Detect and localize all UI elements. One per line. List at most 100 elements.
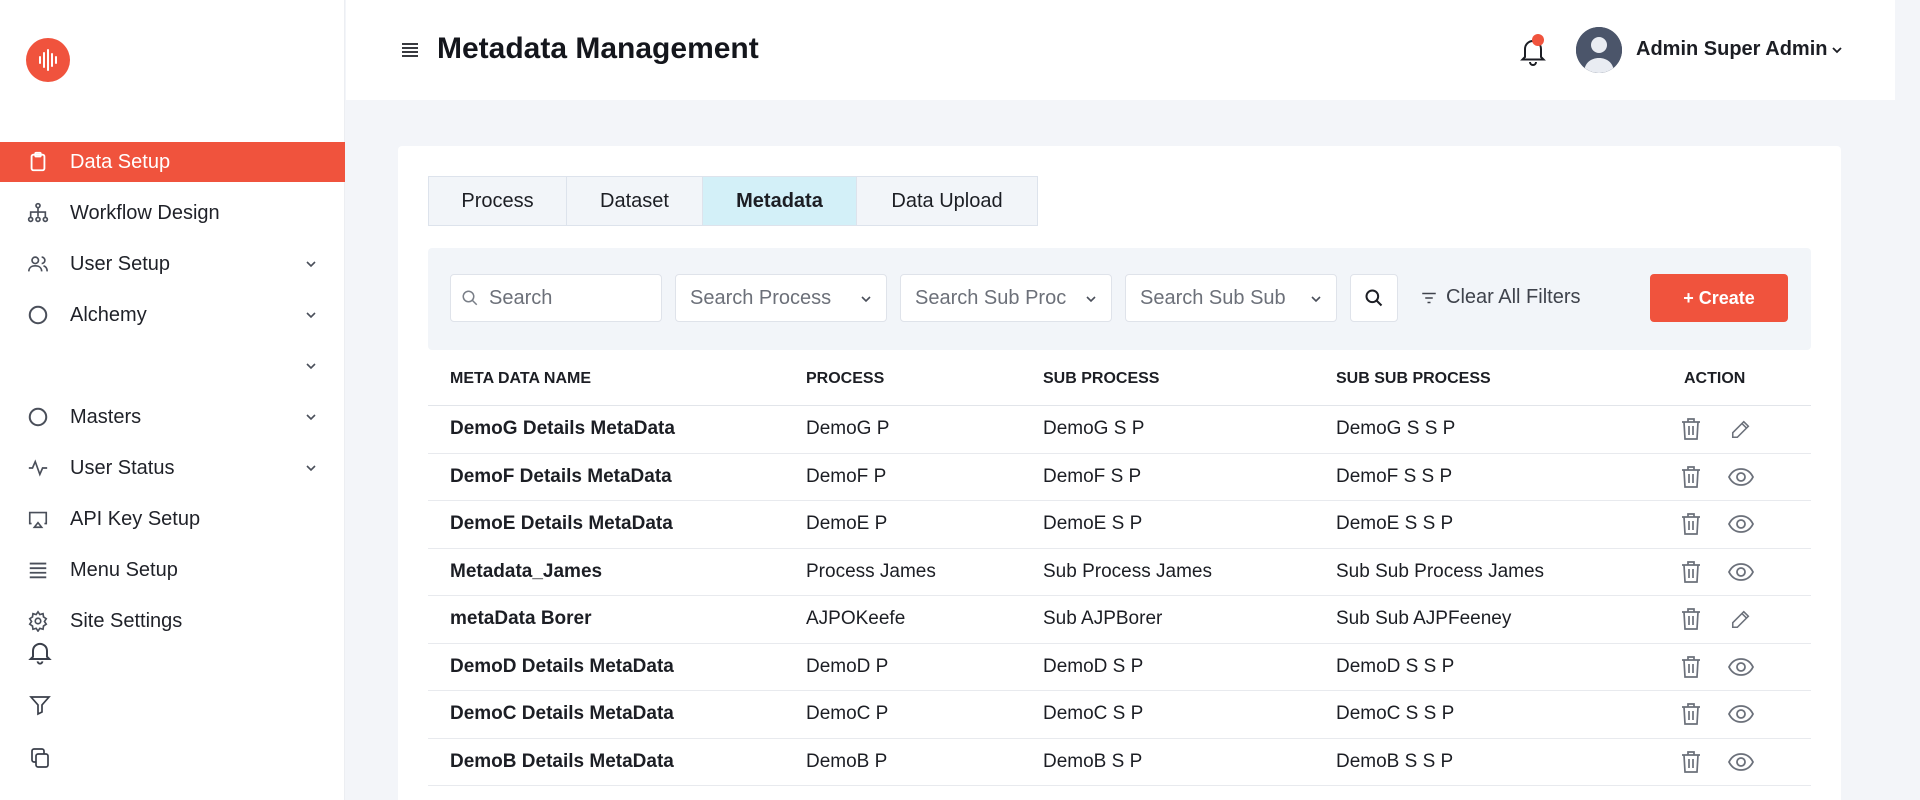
search-button[interactable] [1350, 274, 1398, 322]
meta-data-name-cell: DemoE Details MetaData [450, 513, 673, 535]
filter-lines-icon [1422, 292, 1436, 303]
trash-icon[interactable] [1678, 511, 1704, 537]
trash-icon[interactable] [1678, 606, 1704, 632]
clear-filters-label: Clear All Filters [1446, 286, 1581, 308]
process-cell: DemoD P [806, 655, 889, 677]
gear-icon [26, 609, 50, 633]
eye-icon[interactable] [1726, 464, 1756, 490]
sub-sub-process-cell: DemoD S S P [1336, 655, 1455, 677]
row-actions [1678, 606, 1756, 632]
chevron-down-icon [1086, 296, 1096, 303]
sidebar-item-data-setup[interactable]: Data Setup [0, 142, 345, 182]
pencil-icon[interactable] [1726, 606, 1756, 632]
list-icon [26, 558, 50, 582]
eye-icon[interactable] [1726, 749, 1756, 775]
circle-icon [26, 405, 50, 429]
trash-icon[interactable] [1678, 464, 1704, 490]
pencil-icon[interactable] [1726, 416, 1756, 442]
tab-bar: Process Dataset Metadata Data Upload [428, 176, 1038, 226]
meta-data-name-cell: metaData Borer [450, 608, 592, 630]
trash-icon[interactable] [1678, 416, 1704, 442]
table-row[interactable]: DemoG Details MetaData DemoG P DemoG S P De… [428, 406, 1811, 454]
create-button[interactable]: + Create [1650, 274, 1788, 322]
sidebar-item-label: Alchemy [70, 303, 147, 326]
sidebar-item-user-status[interactable]: User Status [0, 448, 345, 488]
trash-icon[interactable] [1678, 701, 1704, 727]
sub-sub-process-cell: DemoE S S P [1336, 513, 1454, 535]
sidebar-item-site-settings[interactable]: Site Settings [0, 601, 345, 641]
hierarchy-icon [26, 201, 50, 225]
row-actions [1678, 416, 1756, 442]
sidebar-item-label: User Setup [70, 252, 171, 275]
sub-process-cell: DemoD S P [1043, 655, 1144, 677]
process-select[interactable]: Search Process [675, 274, 887, 322]
sidebar-item-label: Workflow Design [70, 201, 220, 224]
sidebar-item-masters[interactable]: Masters [0, 397, 345, 437]
sub-process-select[interactable]: Search Sub Proc [900, 274, 1112, 322]
tab-process[interactable]: Process [429, 177, 567, 225]
tab-metadata[interactable]: Metadata [703, 177, 857, 225]
sub-process-cell: DemoE S P [1043, 513, 1143, 535]
meta-data-name-cell: DemoC Details MetaData [450, 703, 674, 725]
eye-icon[interactable] [1726, 511, 1756, 537]
table-row[interactable]: DemoB Details MetaData DemoB P DemoB S P De… [428, 739, 1811, 786]
sidebar-item-api-key-setup[interactable]: API Key Setup [0, 499, 345, 539]
table-row[interactable]: Metadata_James Process James Sub Process J… [428, 549, 1811, 596]
sidebar-item-alchemy[interactable]: Alchemy [0, 295, 345, 335]
eye-icon[interactable] [1726, 559, 1756, 585]
process-cell: DemoF P [806, 465, 887, 487]
hamburger-icon[interactable] [400, 40, 420, 60]
meta-data-name-cell: Metadata_James [450, 560, 603, 582]
trash-icon[interactable] [1678, 749, 1704, 775]
sidebar-item-menu-setup[interactable]: Menu Setup [0, 550, 345, 590]
sub-process-cell: Sub AJPBorer [1043, 608, 1163, 630]
meta-data-name-cell: DemoG Details MetaData [450, 418, 675, 440]
table-body: DemoG Details MetaData DemoG P DemoG S P De… [428, 406, 1811, 786]
search-icon [462, 290, 478, 306]
sidebar-item-unlabeled[interactable] [0, 346, 345, 386]
sub-process-cell: Sub Process James [1043, 560, 1212, 582]
row-actions [1678, 654, 1756, 680]
eye-icon[interactable] [1726, 701, 1756, 727]
circle-icon [26, 303, 50, 327]
table-row[interactable]: DemoF Details MetaData DemoF P DemoF S P De… [428, 454, 1811, 501]
avatar[interactable] [1576, 27, 1622, 73]
row-actions [1678, 511, 1756, 537]
eye-icon[interactable] [1726, 654, 1756, 680]
sub-process-cell: DemoC S P [1043, 703, 1144, 725]
process-cell: DemoB P [806, 750, 888, 772]
process-select-placeholder: Search Process [690, 286, 832, 309]
search-input[interactable] [489, 286, 649, 310]
table-row[interactable]: metaData Borer AJPOKeefe Sub AJPBorer Sub S… [428, 596, 1811, 644]
filter-bar: Search Process Search Sub Proc Search Su… [428, 248, 1811, 350]
chevron-down-icon [306, 363, 316, 370]
metadata-table: META DATA NAME PROCESS SUB PROCESS SUB S… [428, 352, 1811, 786]
process-cell: AJPOKeefe [806, 608, 906, 630]
chevron-down-icon[interactable] [1829, 42, 1845, 58]
sub-sub-process-cell: Sub Sub Process James [1336, 560, 1545, 582]
sub-sub-process-cell: DemoB S S P [1336, 750, 1454, 772]
tab-data-upload[interactable]: Data Upload [857, 177, 1037, 225]
sub-sub-process-select[interactable]: Search Sub Sub [1125, 274, 1337, 322]
search-field[interactable] [450, 274, 662, 322]
user-name[interactable]: Admin Super Admin [1636, 38, 1827, 61]
filter-icon[interactable] [26, 691, 54, 719]
sidebar-item-user-setup[interactable]: User Setup [0, 244, 345, 284]
tab-dataset[interactable]: Dataset [567, 177, 703, 225]
bell-icon[interactable] [26, 638, 54, 666]
sidebar-item-workflow-design[interactable]: Workflow Design [0, 193, 345, 233]
table-row[interactable]: DemoE Details MetaData DemoE P DemoE S P De… [428, 501, 1811, 549]
trash-icon[interactable] [1678, 654, 1704, 680]
metadata-card: Process Dataset Metadata Data Upload Sea… [398, 146, 1841, 800]
chevron-down-icon [306, 465, 316, 472]
trash-icon[interactable] [1678, 559, 1704, 585]
table-row[interactable]: DemoC Details MetaData DemoC P DemoC S P De… [428, 691, 1811, 739]
top-header: Metadata Management Admin Super Admin [346, 0, 1895, 100]
app-logo[interactable] [26, 38, 70, 82]
process-cell: DemoG P [806, 418, 890, 440]
copy-icon[interactable] [26, 744, 54, 772]
table-row[interactable]: DemoD Details MetaData DemoD P DemoD S P De… [428, 644, 1811, 691]
page-title: Metadata Management [437, 32, 759, 65]
chevron-down-icon [306, 414, 316, 421]
clear-filters-button[interactable]: Clear All Filters [1420, 286, 1580, 309]
